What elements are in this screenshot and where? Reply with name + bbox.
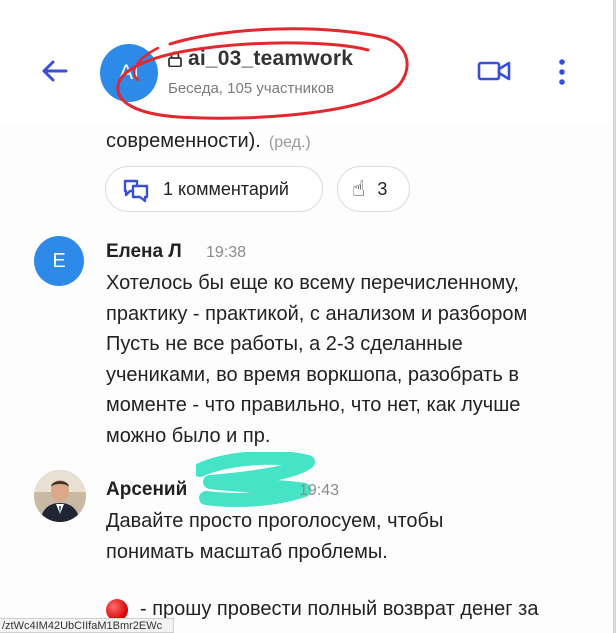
- avatar-photo[interactable]: [34, 470, 86, 522]
- chat-avatar[interactable]: AI: [100, 44, 158, 102]
- chat-header: AI ai_03_teamwork Беседа, 105 участников: [0, 0, 613, 122]
- edited-label: (ред.): [268, 134, 311, 151]
- message-time: 19:38: [206, 244, 247, 261]
- more-options-icon[interactable]: [550, 52, 574, 92]
- message-author[interactable]: Елена Л: [106, 241, 182, 263]
- comments-button[interactable]: 1 комментарий: [105, 166, 323, 212]
- browser-status-bar: /ztWc4IM42UbCIIfaM1Bmr2EWc: [0, 618, 174, 633]
- status-url: /ztWc4IM42UbCIIfaM1Bmr2EWc: [2, 620, 163, 632]
- message-author[interactable]: Арсений: [106, 479, 187, 501]
- comments-icon: [123, 179, 149, 203]
- avatar[interactable]: E: [34, 236, 84, 286]
- poll-option-text: - прошу провести полный возврат денег за: [140, 598, 539, 620]
- redaction-scribble: [196, 452, 315, 507]
- pointing-up-emoji-icon: ☝: [352, 176, 366, 201]
- chat-screen: AI ai_03_teamwork Беседа, 105 участников…: [0, 0, 616, 633]
- chat-title: ai_03_teamwork: [188, 47, 354, 70]
- message-text: Давайте просто проголосуем, чтобы понима…: [106, 510, 444, 563]
- previous-message-tail: современности). (ред.): [106, 130, 311, 153]
- chat-title-row[interactable]: ai_03_teamwork: [168, 44, 353, 74]
- chat-subtitle: Беседа, 105 участников: [168, 80, 335, 97]
- message-text-tail: современности).: [106, 130, 261, 152]
- message-text: Хотелось бы еще ко всему перечисленному,…: [106, 272, 528, 447]
- comments-count-label: 1 комментарий: [163, 178, 289, 199]
- reaction-count: 3: [377, 178, 388, 199]
- reaction-button[interactable]: ☝ 3: [337, 166, 410, 212]
- back-arrow-icon[interactable]: [36, 52, 74, 90]
- message-time: 19:43: [299, 482, 340, 499]
- video-call-icon[interactable]: [474, 54, 514, 88]
- lock-icon: [168, 51, 182, 67]
